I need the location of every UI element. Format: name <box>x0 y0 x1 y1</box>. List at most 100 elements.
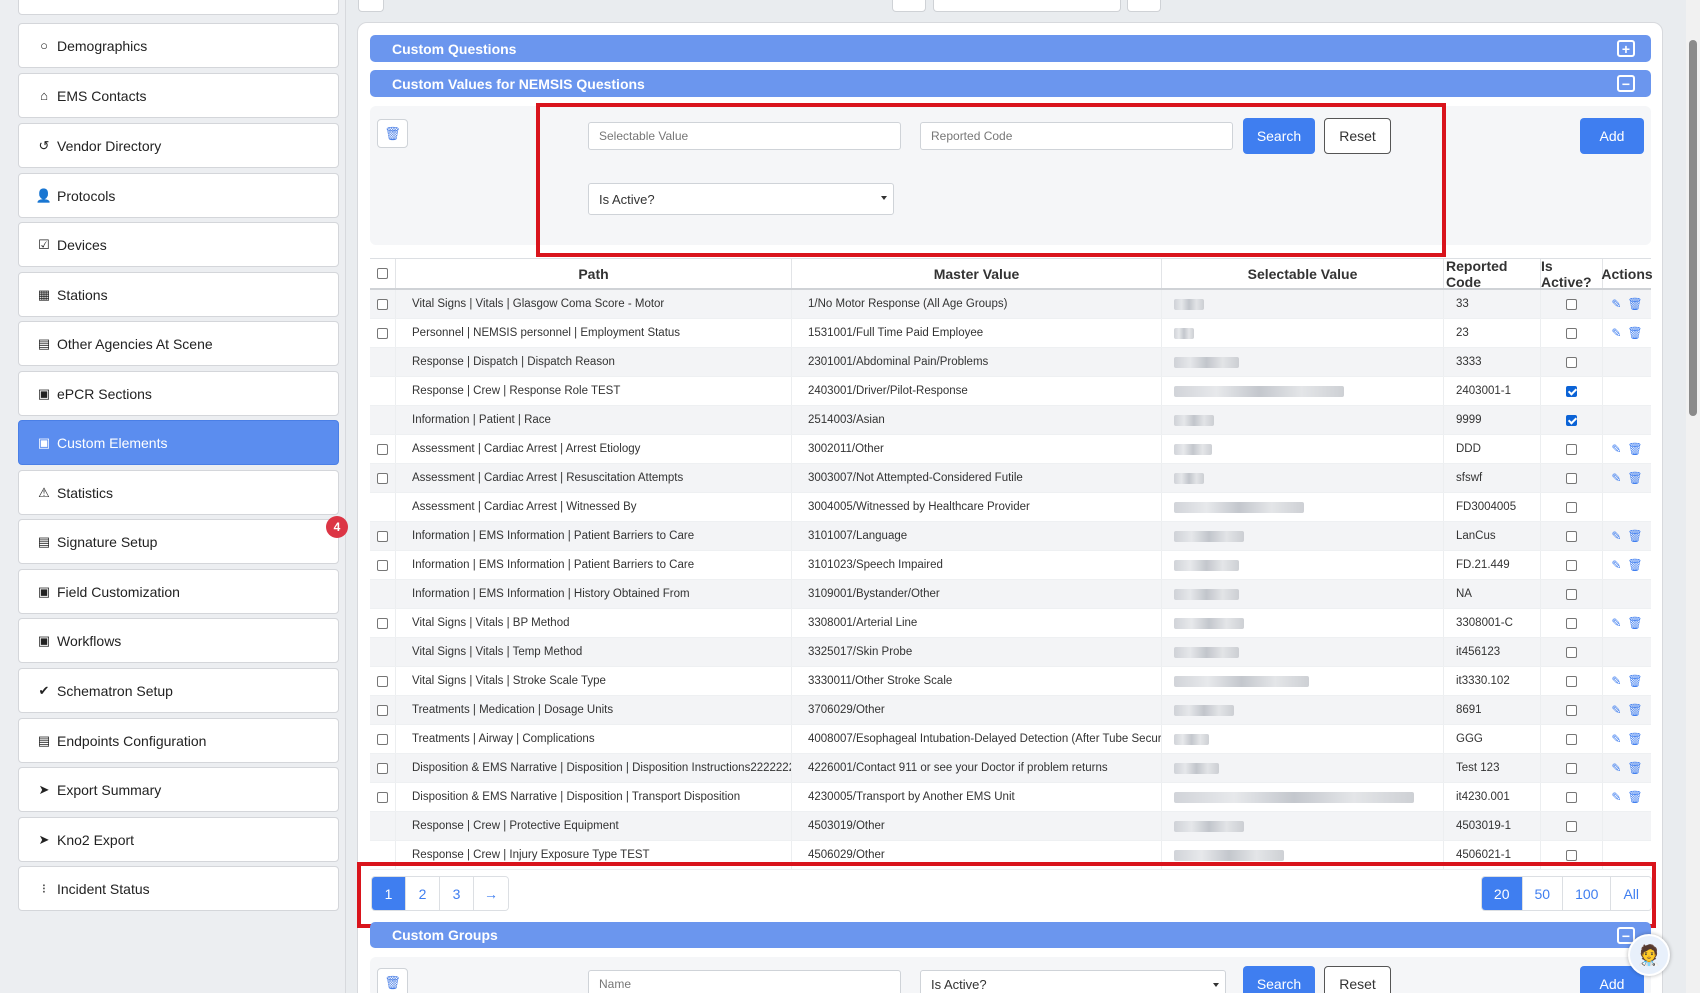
edit-pencil-icon[interactable]: ✎ <box>1611 471 1621 485</box>
is-active-checkbox[interactable] <box>1566 704 1577 716</box>
group-search-button[interactable]: Search <box>1243 966 1315 993</box>
select-all-checkbox-cell[interactable] <box>370 259 396 288</box>
header-is-active[interactable]: Is Active? <box>1541 258 1603 290</box>
sidebar-item-stations[interactable]: ▦ Stations <box>18 272 339 317</box>
top-control-stub[interactable] <box>892 0 926 12</box>
page-2[interactable]: 2 <box>406 877 440 910</box>
row-select-checkbox[interactable] <box>377 675 388 687</box>
edit-pencil-icon[interactable]: ✎ <box>1611 616 1621 630</box>
sidebar-item-demographics[interactable]: ○ Demographics <box>18 23 339 68</box>
table-row[interactable]: Information | EMS Information | Patient … <box>370 551 1651 580</box>
edit-pencil-icon[interactable]: ✎ <box>1611 790 1621 804</box>
delete-trash-icon[interactable]: 🗑 <box>1627 703 1642 717</box>
header-reported-code[interactable]: Reported Code <box>1444 258 1541 290</box>
sidebar-item-signature-setup[interactable]: ▤ Signature Setup 4 <box>18 516 348 564</box>
page-3[interactable]: 3 <box>440 877 474 910</box>
top-control-stub[interactable] <box>933 0 1121 12</box>
edit-pencil-icon[interactable]: ✎ <box>1611 297 1621 311</box>
is-active-checkbox[interactable] <box>1566 588 1577 600</box>
table-row[interactable]: Vital Signs | Vitals | Glasgow Coma Scor… <box>370 290 1651 319</box>
sidebar-item-other-agencies-at-scene[interactable]: ▤ Other Agencies At Scene <box>18 321 339 366</box>
delete-trash-icon[interactable]: 🗑 <box>1627 674 1642 688</box>
delete-trash-icon[interactable]: 🗑 <box>1627 732 1642 746</box>
is-active-checkbox[interactable] <box>1566 791 1577 803</box>
row-select-checkbox[interactable] <box>377 733 388 745</box>
scrollbar[interactable] <box>1686 0 1700 993</box>
table-row[interactable]: Treatments | Airway | Complications 40080… <box>370 725 1651 754</box>
table-row[interactable]: Information | EMS Information | Patient … <box>370 522 1651 551</box>
is-active-checkbox[interactable] <box>1566 501 1577 513</box>
is-active-checkbox[interactable] <box>1566 443 1577 455</box>
selectable-value-input[interactable]: Selectable Value <box>588 122 901 150</box>
custom-questions-bar[interactable]: Custom Questions + <box>370 35 1651 62</box>
group-is-active-select[interactable]: Is Active? <box>920 970 1226 993</box>
row-select-checkbox[interactable] <box>377 443 388 455</box>
sidebar-item-ems-contacts[interactable]: ⌂ EMS Contacts <box>18 73 339 118</box>
top-control-stub[interactable] <box>1127 0 1161 12</box>
search-button[interactable]: Search <box>1243 118 1315 154</box>
sidebar-item-top[interactable] <box>18 0 339 15</box>
row-select-checkbox[interactable] <box>377 298 388 310</box>
sidebar-item-epcr-sections[interactable]: ▣ ePCR Sections <box>18 371 339 416</box>
scrollbar-thumb[interactable] <box>1689 40 1697 416</box>
table-row[interactable]: Vital Signs | Vitals | Stroke Scale Type… <box>370 667 1651 696</box>
row-select-checkbox[interactable] <box>377 559 388 571</box>
sidebar-item-endpoints-configuration[interactable]: ▤ Endpoints Configuration <box>18 718 339 763</box>
sidebar-item-workflows[interactable]: ▣ Workflows <box>18 618 339 663</box>
table-row[interactable]: Vital Signs | Vitals | Temp Method 332501… <box>370 638 1651 667</box>
is-active-checkbox[interactable] <box>1566 385 1577 397</box>
page-1[interactable]: 1 <box>372 877 406 910</box>
sidebar-item-vendor-directory[interactable]: ↺ Vendor Directory <box>18 123 339 168</box>
table-row[interactable]: Disposition & EMS Narrative | Dispositio… <box>370 754 1651 783</box>
collapse-minus-icon[interactable]: − <box>1617 75 1635 92</box>
page-size-all[interactable]: All <box>1611 877 1651 910</box>
delete-trash-icon[interactable]: 🗑 <box>1627 761 1642 775</box>
expand-plus-icon[interactable]: + <box>1617 40 1635 57</box>
is-active-checkbox[interactable] <box>1566 762 1577 774</box>
edit-pencil-icon[interactable]: ✎ <box>1611 442 1621 456</box>
edit-pencil-icon[interactable]: ✎ <box>1611 558 1621 572</box>
table-row[interactable]: Response | Crew | Protective Equipment 45… <box>370 812 1651 841</box>
is-active-checkbox[interactable] <box>1566 414 1577 426</box>
table-row[interactable]: Response | Crew | Injury Exposure Type T… <box>370 841 1651 870</box>
delete-trash-icon[interactable]: 🗑 <box>1627 616 1642 630</box>
delete-trash-icon[interactable]: 🗑 <box>1627 529 1642 543</box>
custom-groups-bar[interactable]: Custom Groups − <box>370 922 1651 948</box>
is-active-checkbox[interactable] <box>1566 617 1577 629</box>
header-master-value[interactable]: Master Value <box>792 259 1162 288</box>
trash-icon[interactable]: 🗑 <box>377 968 408 993</box>
sidebar-item-export-summary[interactable]: ➤ Export Summary <box>18 767 339 812</box>
edit-pencil-icon[interactable]: ✎ <box>1611 326 1621 340</box>
assistant-avatar-icon[interactable]: 🧑‍⚕️ <box>1628 934 1670 976</box>
table-row[interactable]: Assessment | Cardiac Arrest | Arrest Eti… <box>370 435 1651 464</box>
header-selectable-value[interactable]: Selectable Value <box>1162 259 1444 288</box>
edit-pencil-icon[interactable]: ✎ <box>1611 732 1621 746</box>
is-active-checkbox[interactable] <box>1566 356 1577 368</box>
top-control-stub[interactable] <box>358 0 384 12</box>
delete-trash-icon[interactable]: 🗑 <box>1627 297 1642 311</box>
custom-values-bar[interactable]: Custom Values for NEMSIS Questions − <box>370 70 1651 97</box>
row-select-checkbox[interactable] <box>377 704 388 716</box>
group-reset-button[interactable]: Reset <box>1324 966 1391 993</box>
edit-pencil-icon[interactable]: ✎ <box>1611 529 1621 543</box>
is-active-checkbox[interactable] <box>1566 559 1577 571</box>
is-active-checkbox[interactable] <box>1566 646 1577 658</box>
is-active-checkbox[interactable] <box>1566 733 1577 745</box>
table-row[interactable]: Assessment | Cardiac Arrest | Witnessed … <box>370 493 1651 522</box>
next-page-arrow-icon[interactable]: → <box>474 877 508 910</box>
table-row[interactable]: Response | Crew | Response Role TEST 2403… <box>370 377 1651 406</box>
table-row[interactable]: Information | EMS Information | History … <box>370 580 1651 609</box>
table-row[interactable]: Vital Signs | Vitals | BP Method 3308001/… <box>370 609 1651 638</box>
is-active-checkbox[interactable] <box>1566 820 1577 832</box>
page-size-20[interactable]: 20 <box>1481 877 1523 910</box>
table-row[interactable]: Response | Dispatch | Dispatch Reason 230… <box>370 348 1651 377</box>
sidebar-item-kno2-export[interactable]: ➤ Kno2 Export <box>18 817 339 862</box>
is-active-checkbox[interactable] <box>1566 849 1577 861</box>
row-select-checkbox[interactable] <box>377 791 388 803</box>
sidebar-item-statistics[interactable]: ⚠ Statistics <box>18 470 339 515</box>
page-size-100[interactable]: 100 <box>1563 877 1612 910</box>
delete-trash-icon[interactable]: 🗑 <box>1627 326 1642 340</box>
row-select-checkbox[interactable] <box>377 762 388 774</box>
table-row[interactable]: Assessment | Cardiac Arrest | Resuscitat… <box>370 464 1651 493</box>
group-name-input[interactable]: Name <box>588 970 901 993</box>
